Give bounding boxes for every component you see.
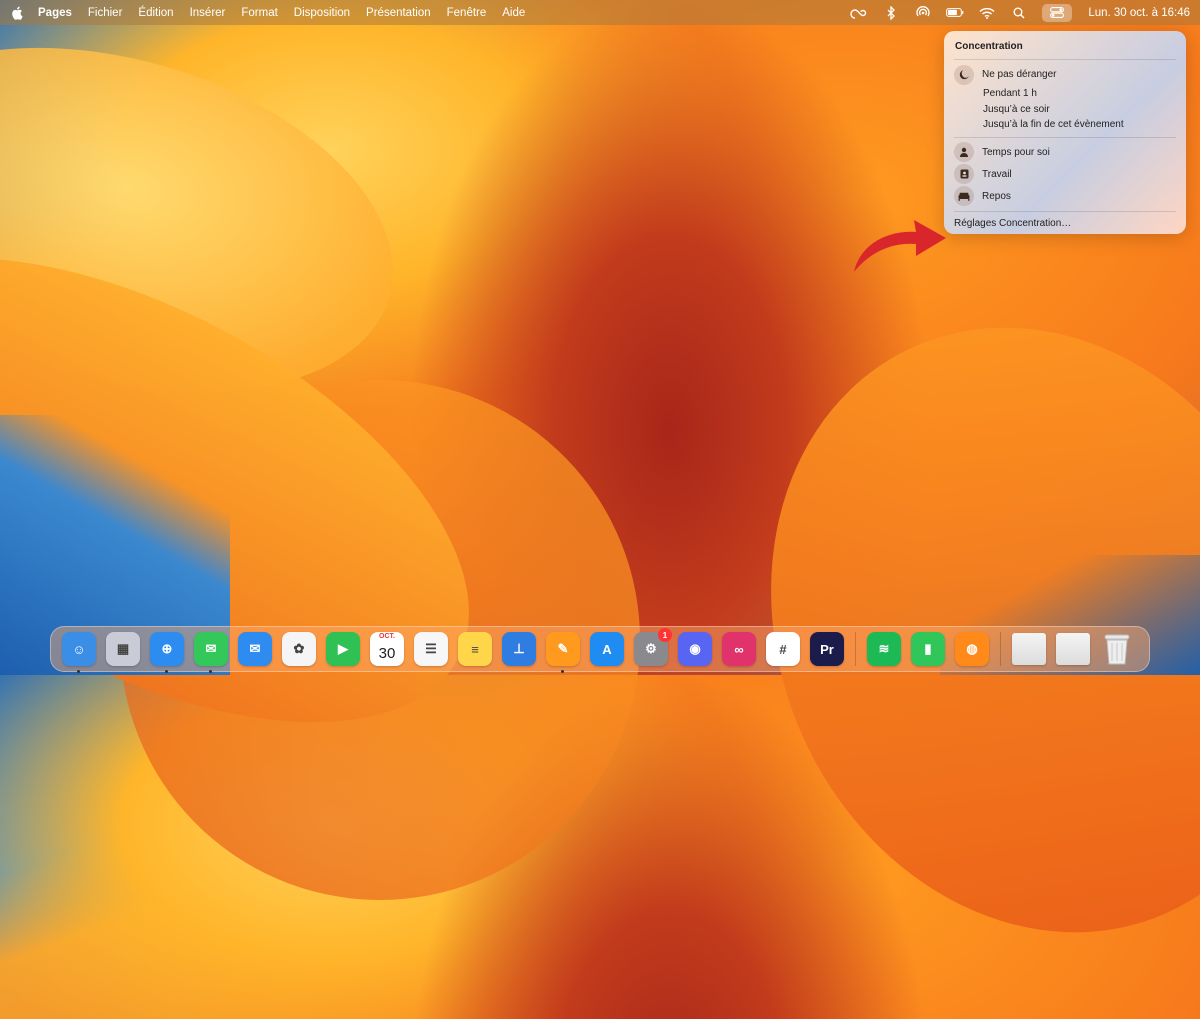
dock-icon-glyph: ◍	[966, 641, 978, 656]
dock-calendar-icon[interactable]: OCT. 30	[370, 632, 404, 666]
dock-spotify-icon[interactable]: ≋	[867, 632, 901, 666]
dock-icon-glyph: ✉	[249, 641, 261, 656]
dock-mail-icon[interactable]: ✉	[238, 632, 272, 666]
focus-mode-dnd[interactable]: Ne pas déranger	[954, 64, 1176, 85]
dock-icon-glyph: A	[602, 641, 612, 657]
dock-icon-glyph: ⊕	[161, 641, 173, 656]
dock-icon-glyph: ✎	[557, 641, 569, 656]
dock-discord-icon[interactable]: ◉	[678, 632, 712, 666]
dock-icon-glyph: #	[779, 641, 787, 657]
dock-reminders-icon[interactable]: ☰	[414, 632, 448, 666]
dock-icon-glyph: ⚙	[645, 641, 657, 656]
dock-icon-glyph: ▶	[338, 641, 348, 656]
menubar-clock[interactable]: Lun. 30 oct. à 16:46	[1088, 7, 1190, 19]
dock-trash-icon[interactable]	[1100, 632, 1134, 666]
moon-icon	[954, 64, 974, 85]
dock-firefox-icon[interactable]: ◍	[955, 632, 989, 666]
dock: ☺ ▦ ⊕ ✉ ✉ ✿ ▶ OCT. 30 ☰ ≡ ⊥ ✎ A ⚙ 1 ◉ ∞ # Pr ≋ ▮ ◍	[50, 626, 1150, 673]
menu-bar: Pages Fichier Édition Insérer Format Dis…	[0, 0, 1200, 25]
dock-safari-icon[interactable]: ⊕	[150, 632, 184, 673]
apple-menu-icon[interactable]	[10, 6, 24, 20]
menu-inserer[interactable]: Insérer	[190, 7, 226, 19]
dock-icon-glyph: ✉	[205, 641, 217, 656]
menu-fenetre[interactable]: Fenêtre	[447, 7, 487, 19]
dock-pages-icon[interactable]: ✎	[546, 632, 580, 673]
dnd-option-end-of-event[interactable]: Jusqu’à la fin de cet évènement	[954, 117, 1176, 133]
dock-icon-glyph: ≋	[878, 641, 890, 656]
creative-cloud-icon[interactable]	[850, 5, 868, 21]
battery-icon[interactable]	[946, 5, 964, 21]
running-indicator	[209, 670, 212, 673]
focus-mode-personal[interactable]: Temps pour soi	[954, 142, 1176, 163]
dock-separator	[1000, 632, 1001, 666]
running-indicator	[77, 670, 80, 673]
running-indicator	[165, 670, 168, 673]
focus-settings-link[interactable]: Réglages Concentration…	[954, 217, 1176, 231]
dock-photos-icon[interactable]: ✿	[282, 632, 316, 666]
dock-icon-glyph: ☺	[72, 641, 86, 657]
dock-notes-icon[interactable]: ≡	[458, 632, 492, 666]
dock-separator	[855, 632, 856, 666]
bed-icon	[954, 186, 974, 206]
trash-can-icon	[1104, 634, 1130, 665]
person-icon	[954, 142, 974, 162]
dock-system-settings-icon[interactable]: ⚙ 1	[634, 628, 672, 666]
dock-keynote-icon[interactable]: ⊥	[502, 632, 536, 666]
dock-icon-glyph: ☰	[425, 641, 437, 656]
dock-icon-glyph: ▮	[924, 641, 932, 656]
dock-slack-icon[interactable]: #	[766, 632, 800, 666]
dock-finder-icon[interactable]: ☺	[62, 632, 96, 673]
wifi-icon[interactable]	[978, 5, 996, 21]
dock-launchpad-icon[interactable]: ▦	[106, 632, 140, 666]
focus-mode-work[interactable]: Travail	[954, 164, 1176, 185]
dock-downloads-stack-icon[interactable]	[1056, 633, 1090, 665]
focus-panel-title: Concentration	[955, 41, 1023, 52]
red-arrow-annotation	[854, 220, 946, 272]
menu-disposition[interactable]: Disposition	[294, 7, 350, 19]
dock-premiere-pro-icon[interactable]: Pr	[810, 632, 844, 666]
badge-icon	[954, 164, 974, 184]
dock-messages-icon[interactable]: ✉	[194, 632, 228, 673]
focus-mode-dnd-label: Ne pas déranger	[982, 69, 1057, 80]
focus-mode-sleep[interactable]: Repos	[954, 186, 1176, 207]
focus-panel: Concentration Ne pas déranger Pendant 1 …	[944, 31, 1186, 234]
dock-app-store-icon[interactable]: A	[590, 632, 624, 666]
dock-icon-glyph: Pr	[820, 641, 834, 657]
airdrop-icon[interactable]	[914, 5, 932, 21]
focus-mode-personal-label: Temps pour soi	[982, 146, 1050, 158]
menu-aide[interactable]: Aide	[502, 7, 525, 19]
focus-mode-sleep-label: Repos	[982, 190, 1011, 202]
dock-numbers-icon[interactable]: ▮	[911, 632, 945, 666]
dock-icon-glyph: 30	[378, 644, 396, 662]
menu-format[interactable]: Format	[241, 7, 277, 19]
divider	[954, 210, 1176, 212]
dock-creative-cloud-icon[interactable]: ∞	[722, 632, 756, 666]
menu-edition[interactable]: Édition	[138, 7, 173, 19]
dnd-option-tonight[interactable]: Jusqu’à ce soir	[954, 102, 1176, 118]
dock-facetime-icon[interactable]: ▶	[326, 632, 360, 666]
control-center-icon[interactable]	[1042, 3, 1073, 22]
dock-icon-glyph: ✿	[293, 641, 305, 656]
running-indicator	[561, 670, 564, 673]
app-name-menu[interactable]: Pages	[38, 7, 72, 19]
divider	[954, 136, 1176, 138]
dock-documents-stack-icon[interactable]	[1012, 633, 1046, 665]
notification-badge: 1	[658, 628, 672, 642]
menu-fichier[interactable]: Fichier	[88, 7, 123, 19]
focus-mode-work-label: Travail	[982, 168, 1012, 180]
dock-icon-glyph: ⊥	[513, 641, 525, 656]
dock-icon-glyph: ∞	[734, 641, 744, 657]
dock-icon-glyph: ≡	[471, 641, 479, 657]
dnd-option-1h[interactable]: Pendant 1 h	[954, 86, 1176, 102]
bluetooth-icon[interactable]	[882, 5, 900, 21]
spotlight-search-icon[interactable]	[1010, 5, 1028, 21]
menu-presentation[interactable]: Présentation	[366, 7, 431, 19]
dock-icon-glyph: ◉	[689, 641, 701, 656]
dock-icon-glyph: ▦	[116, 641, 130, 656]
calendar-month-label: OCT.	[379, 633, 395, 640]
divider	[954, 59, 1176, 60]
